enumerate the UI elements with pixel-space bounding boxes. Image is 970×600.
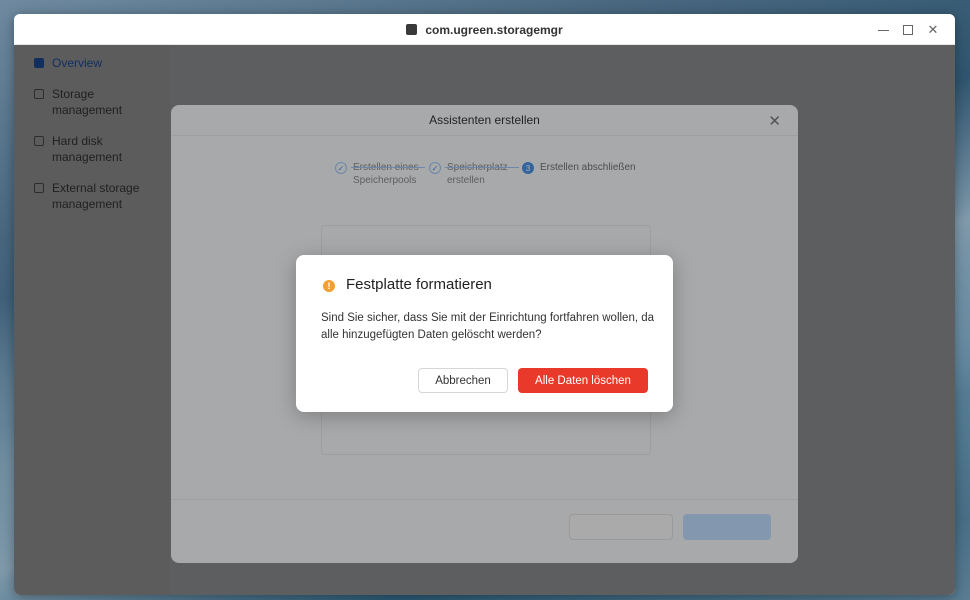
dialog-title: Festplatte formatieren xyxy=(346,276,492,293)
window-title: com.ugreen.storagemgr xyxy=(14,14,955,45)
app-icon xyxy=(406,24,418,35)
minimize-icon xyxy=(877,29,889,31)
maximize-icon xyxy=(903,25,913,35)
maximize-button[interactable] xyxy=(900,22,916,38)
app-window: com.ugreen.storagemgr ✕ Overview Storage… xyxy=(14,14,955,595)
close-icon: ✕ xyxy=(927,22,939,37)
delete-all-data-button[interactable]: Alle Daten löschen xyxy=(518,368,648,393)
title-bar: com.ugreen.storagemgr ✕ xyxy=(14,14,955,45)
window-title-text: com.ugreen.storagemgr xyxy=(425,22,563,37)
minimize-button[interactable] xyxy=(875,22,891,38)
dialog-message: Sind Sie sicher, dass Sie mit der Einric… xyxy=(321,312,655,341)
close-window-button[interactable]: ✕ xyxy=(925,22,941,38)
warning-icon: ! xyxy=(323,280,335,292)
app-body: Overview Storage management Hard disk ma… xyxy=(14,45,955,595)
cancel-button[interactable]: Abbrechen xyxy=(418,368,508,393)
format-disk-dialog: ! Festplatte formatieren Sind Sie sicher… xyxy=(296,255,673,412)
